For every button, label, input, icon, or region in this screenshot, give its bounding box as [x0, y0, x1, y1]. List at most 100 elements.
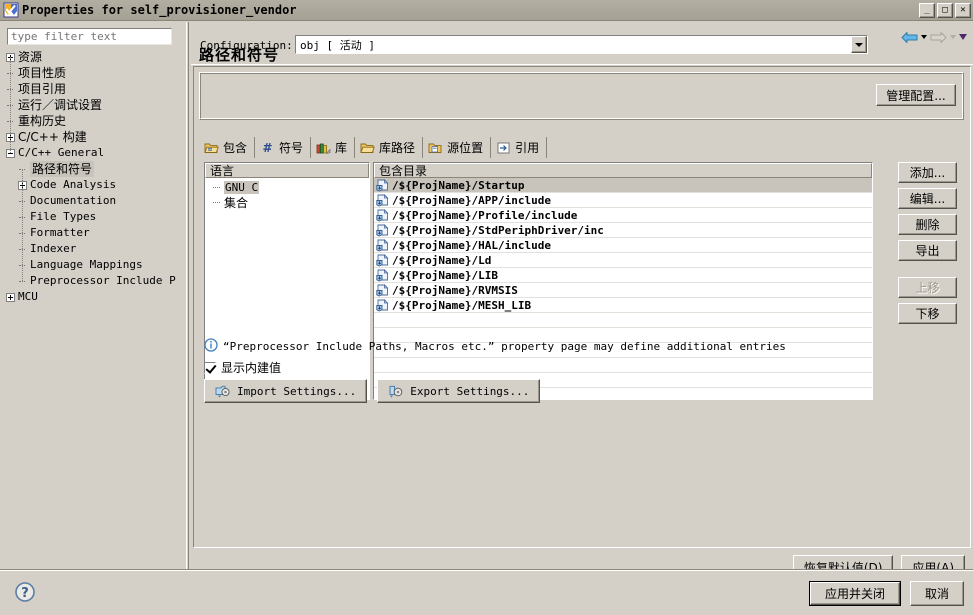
add-button-label: 添加...	[909, 166, 946, 180]
sidebar-item[interactable]: MCU	[4, 289, 182, 305]
show-builtin-checkbox[interactable]	[204, 361, 216, 374]
configuration-label: Configuration:	[200, 39, 293, 52]
sidebar-item[interactable]: 项目引用	[4, 81, 182, 97]
back-chevron-down-icon[interactable]	[921, 35, 927, 39]
sidebar-item-label: Code Analysis	[30, 178, 117, 191]
edit-button[interactable]: 编辑...	[898, 188, 957, 209]
window-title: Properties for self_provisioner_vendor	[22, 3, 297, 17]
tab-label: 符号	[279, 141, 304, 155]
languages-list[interactable]: GNU C 集合	[205, 178, 369, 210]
sidebar-item[interactable]: 资源	[4, 49, 182, 65]
delete-button[interactable]: 删除	[898, 214, 957, 235]
apply-and-close-inner: 应用并关闭	[809, 582, 900, 605]
sidebar-item[interactable]: Documentation	[4, 193, 182, 209]
sidebar-item[interactable]: Indexer	[4, 241, 182, 257]
back-arrow-icon[interactable]	[901, 31, 918, 44]
button-group-gap	[898, 266, 958, 277]
info-note: “Preprocessor Include Paths, Macros etc.…	[204, 338, 786, 355]
sidebar-item-label: 项目性质	[18, 66, 67, 80]
include-folder-icon	[204, 141, 219, 155]
tab-1[interactable]: 包含	[199, 137, 256, 158]
show-builtin-label: 显示内建值	[221, 361, 282, 375]
help-question-icon[interactable]: ?	[14, 581, 36, 603]
sidebar-item[interactable]: 重构历史	[4, 113, 182, 129]
language-list-item[interactable]: 集合	[205, 195, 369, 210]
manage-configurations-button[interactable]: 管理配置...	[876, 84, 956, 106]
sidebar-item[interactable]: 运行／调试设置	[4, 97, 182, 113]
include-directories-list[interactable]: /${ProjName}/Startup/${ProjName}/APP/inc…	[374, 178, 872, 399]
sidebar-item-label: Documentation	[30, 194, 117, 207]
search-input[interactable]	[8, 29, 171, 44]
export-button[interactable]: 导出	[898, 240, 957, 261]
include-directory-row[interactable]: /${ProjName}/Profile/include	[374, 208, 872, 223]
add-button[interactable]: 添加...	[898, 162, 957, 183]
include-directory-row[interactable]: /${ProjName}/StdPeriphDriver/inc	[374, 223, 872, 238]
include-directories-panel[interactable]: 包含目录 /${ProjName}/Startup/${ProjName}/AP…	[373, 162, 873, 400]
include-directory-row[interactable]: /${ProjName}/APP/include	[374, 193, 872, 208]
sidebar-item[interactable]: Preprocessor Include P	[4, 273, 182, 289]
include-directory-row[interactable]: /${ProjName}/LIB	[374, 268, 872, 283]
tab-content-includes: 语言 GNU C 集合 包含目录 /${ProjName}/Startup/${P…	[199, 158, 964, 408]
tab-4[interactable]: 库路径	[355, 137, 424, 158]
include-path-icon	[376, 238, 390, 252]
include-directory-row[interactable]: /${ProjName}/HAL/include	[374, 238, 872, 253]
tab-2[interactable]: # 符号	[255, 137, 312, 158]
forward-chevron-down-icon	[950, 35, 956, 39]
include-directory-path: /${ProjName}/Startup	[392, 178, 525, 192]
sidebar-item[interactable]: 路径和符号	[4, 161, 182, 177]
include-directory-path: /${ProjName}/Profile/include	[392, 208, 578, 222]
maximize-button[interactable]: □	[937, 2, 953, 18]
include-path-icon	[376, 193, 390, 207]
apply-and-close-button[interactable]: 应用并关闭	[808, 581, 901, 606]
include-path-icon	[376, 253, 390, 267]
close-button[interactable]: ✕	[955, 2, 971, 18]
sidebar-item[interactable]: Language Mappings	[4, 257, 182, 273]
language-label: GNU C	[224, 181, 260, 194]
tab-label: 源位置	[447, 141, 484, 155]
sidebar-item-label: C/C++ General	[18, 146, 105, 159]
language-label: 集合	[224, 196, 249, 210]
tab-strip[interactable]: 包含 # 符号 库 库路径 源位置 引用	[199, 137, 964, 158]
tab-5[interactable]: 源位置	[423, 137, 492, 158]
tree-leaf-marker-icon	[213, 198, 222, 207]
sidebar-item[interactable]: Formatter	[4, 225, 182, 241]
filter-input-wrapper[interactable]	[7, 28, 172, 45]
cancel-label: 取消	[924, 587, 949, 601]
show-builtin-row[interactable]: 显示内建值	[204, 359, 281, 376]
sidebar-item-label: 路径和符号	[30, 161, 95, 177]
import-settings-button[interactable]: Import Settings...	[204, 379, 368, 403]
sidebar-item[interactable]: 项目性质	[4, 65, 182, 81]
info-icon	[204, 338, 218, 355]
include-directory-path: /${ProjName}/HAL/include	[392, 238, 551, 252]
chevron-down-icon[interactable]	[851, 36, 867, 53]
sidebar-item-label: MCU	[18, 290, 38, 303]
configuration-select[interactable]: obj [ 活动 ]	[295, 35, 868, 54]
minimize-button[interactable]: _	[919, 2, 935, 18]
tree-guide-line	[22, 169, 24, 281]
page-menu-chevron-down-icon[interactable]	[959, 34, 967, 40]
directories-header-label: 包含目录	[379, 164, 428, 178]
include-directory-path: /${ProjName}/RVMSIS	[392, 283, 518, 297]
include-directory-row[interactable]: /${ProjName}/MESH_LIB	[374, 298, 872, 313]
include-directory-path: /${ProjName}/LIB	[392, 268, 498, 282]
include-directory-row[interactable]: /${ProjName}/Startup	[374, 178, 872, 193]
include-directory-row[interactable]: /${ProjName}/Ld	[374, 253, 872, 268]
directories-column-header: 包含目录	[374, 163, 872, 178]
sidebar-item-label: C/C++ 构建	[18, 130, 87, 144]
languages-column-header: 语言	[205, 163, 369, 178]
cancel-button[interactable]: 取消	[909, 581, 964, 606]
move-down-button[interactable]: 下移	[898, 303, 957, 324]
sidebar-item[interactable]: C/C++ General	[4, 145, 182, 161]
tab-3[interactable]: 库	[311, 137, 356, 158]
export-settings-button[interactable]: Export Settings...	[377, 379, 541, 403]
settings-tree[interactable]: 资源 项目性质 项目引用 运行／调试设置 重构历史 C/C++ 构建 C/C++ Gener…	[4, 49, 182, 567]
sidebar-item[interactable]: File Types	[4, 209, 182, 225]
sidebar-item[interactable]: C/C++ 构建	[4, 129, 182, 145]
empty-row	[374, 358, 872, 373]
expand-plus-icon[interactable]	[6, 292, 15, 302]
tab-6[interactable]: 引用	[491, 137, 548, 158]
sidebar-item[interactable]: Code Analysis	[4, 177, 182, 193]
info-note-text: “Preprocessor Include Paths, Macros etc.…	[223, 340, 786, 353]
language-list-item[interactable]: GNU C	[205, 180, 369, 195]
include-directory-row[interactable]: /${ProjName}/RVMSIS	[374, 283, 872, 298]
